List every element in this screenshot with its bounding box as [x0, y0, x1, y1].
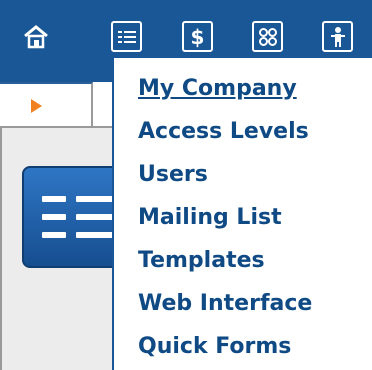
expand-arrow-icon: [31, 99, 42, 113]
list-button[interactable]: [111, 21, 142, 52]
home-icon: [23, 24, 48, 48]
menu-item-web-interface[interactable]: Web Interface: [138, 285, 312, 323]
menu-item-access-levels[interactable]: Access Levels: [138, 113, 309, 151]
menu-item-quick-forms[interactable]: Quick Forms: [138, 328, 291, 366]
expand-cell[interactable]: [0, 82, 93, 126]
menu-item-mailing-list[interactable]: Mailing List: [138, 199, 282, 237]
person-icon: [330, 26, 345, 47]
menu-item-my-company[interactable]: My Company: [138, 70, 297, 108]
company-dropdown-menu: My Company Access Levels Users Mailing L…: [112, 56, 372, 370]
modules-icon: [258, 27, 277, 46]
list-tile-icon[interactable]: [22, 166, 122, 268]
billing-button[interactable]: $: [182, 21, 213, 52]
menu-item-templates[interactable]: Templates: [138, 242, 265, 280]
modules-button[interactable]: [252, 21, 283, 52]
person-button[interactable]: [322, 21, 353, 52]
home-button[interactable]: [20, 21, 51, 52]
menu-item-users[interactable]: Users: [138, 156, 208, 194]
dollar-icon: $: [190, 24, 205, 49]
list-icon: [117, 30, 136, 43]
